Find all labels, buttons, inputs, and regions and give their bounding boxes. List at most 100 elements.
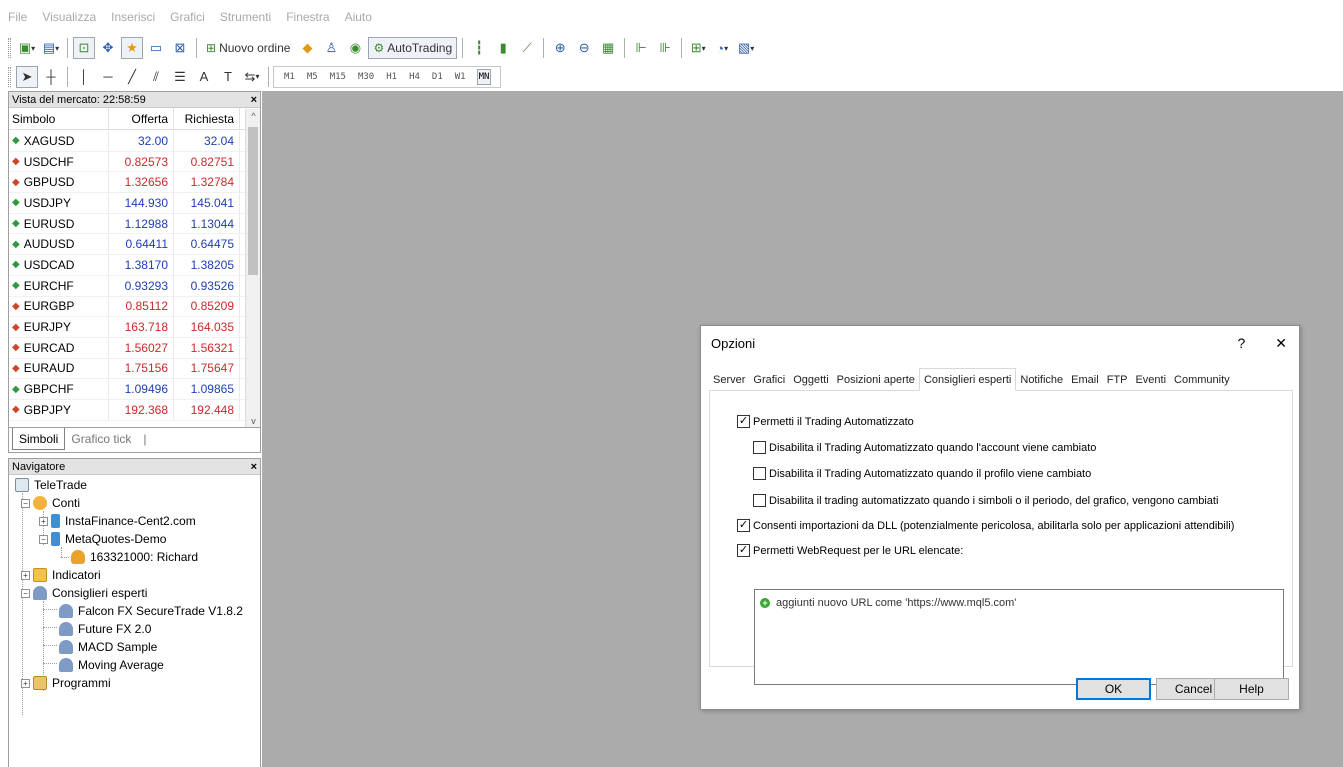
help-button[interactable]: Help — [1214, 678, 1289, 700]
nav-expert-future-fx[interactable]: Future FX 2.0 — [59, 620, 151, 638]
tab-symbols[interactable]: Simboli — [12, 428, 66, 450]
scrollbar-thumb[interactable] — [248, 127, 258, 275]
text-tool-icon[interactable]: A — [193, 66, 215, 88]
market-watch-row[interactable]: ◆ GBPUSD 1.32656 1.32784 — [9, 172, 247, 194]
allow-autotrading-option[interactable]: ✓ Permetti il Trading Automatizzato — [737, 415, 914, 428]
text-label-icon[interactable]: T — [217, 66, 239, 88]
disable-on-account-checkbox[interactable] — [753, 441, 766, 454]
market-watch-row[interactable]: ◆ XAGUSD 32.00 32.04 — [9, 131, 247, 152]
market-watch-scrollbar[interactable]: ^ v — [245, 109, 260, 428]
disable-on-profile-option[interactable]: Disabilita il Trading Automatizzato quan… — [753, 467, 1091, 480]
collapse-icon[interactable]: − — [21, 588, 30, 598]
allow-webrequest-checkbox[interactable]: ✓ — [737, 544, 750, 557]
data-window-icon[interactable]: ✥ — [97, 37, 119, 59]
disable-on-account-option[interactable]: Disabilita il Trading Automatizzato quan… — [753, 441, 1096, 454]
market-watch-row[interactable]: ◆ EURGBP 0.85112 0.85209 — [9, 296, 247, 318]
nav-account-instafinance[interactable]: + InstaFinance-Cent2.com — [39, 512, 196, 530]
templates-icon[interactable]: ▧ ▾ — [735, 37, 757, 59]
arrows-icon[interactable]: ⇆ ▾ — [241, 66, 263, 88]
expand-icon[interactable]: + — [21, 678, 30, 688]
allow-dll-checkbox[interactable]: ✓ — [737, 519, 750, 532]
nav-expert-macd[interactable]: MACD Sample — [59, 638, 157, 656]
new-chart-icon[interactable]: ▣ ▾ — [16, 37, 38, 59]
zoom-out-icon[interactable]: ⊖ — [573, 37, 595, 59]
tab-community[interactable]: Community — [1170, 370, 1234, 390]
market-watch-row[interactable]: ◆ USDCHF 0.82573 0.82751 — [9, 151, 247, 173]
menu-window[interactable]: Finestra — [286, 10, 329, 24]
crosshair-icon[interactable]: ┼ — [40, 66, 62, 88]
ok-button[interactable]: OK — [1076, 678, 1151, 700]
column-ask[interactable]: Richiesta — [174, 107, 240, 130]
cursor-icon[interactable]: ➤ — [16, 65, 38, 88]
webrequest-url-list[interactable]: + aggiunti nuovo URL come 'https://www.m… — [754, 589, 1284, 685]
nav-experts[interactable]: − Consiglieri esperti — [21, 584, 147, 602]
menu-insert[interactable]: Inserisci — [111, 10, 155, 24]
metaeditor-icon[interactable]: ◆ — [296, 37, 318, 59]
new-order-button[interactable]: ⊞ Nuovo ordine — [202, 37, 294, 59]
toolbar-grip[interactable] — [8, 38, 11, 58]
help-icon[interactable]: ? — [1237, 335, 1245, 352]
nav-expert-moving-average[interactable]: Moving Average — [59, 656, 164, 674]
menu-tools[interactable]: Strumenti — [220, 10, 271, 24]
disable-on-symbol-checkbox[interactable] — [753, 494, 766, 507]
tab-email[interactable]: Email — [1067, 370, 1103, 390]
equidistant-channel-icon[interactable]: ⫽ — [145, 66, 167, 88]
tab-charts[interactable]: Grafici — [749, 370, 789, 390]
nav-accounts[interactable]: − Conti — [21, 494, 80, 512]
tab-server[interactable]: Server — [709, 370, 749, 390]
zoom-in-icon[interactable]: ⊕ — [549, 37, 571, 59]
tab-tick-chart[interactable]: Grafico tick — [65, 428, 137, 450]
menu-help[interactable]: Aiuto — [345, 10, 372, 24]
candlestick-icon[interactable]: ▮ — [492, 37, 514, 59]
timeframe-h1[interactable]: H1 — [385, 70, 398, 84]
allow-autotrading-checkbox[interactable]: ✓ — [737, 415, 750, 428]
allow-dll-option[interactable]: ✓ Consenti importazioni da DLL (potenzia… — [737, 519, 1234, 532]
signals-icon[interactable]: ♙ — [320, 37, 342, 59]
timeframe-d1[interactable]: D1 — [431, 70, 444, 84]
horizontal-line-icon[interactable]: ─ — [97, 66, 119, 88]
timeframe-m5[interactable]: M5 — [306, 70, 319, 84]
tab-objects[interactable]: Oggetti — [789, 370, 832, 390]
toolbar-grip[interactable] — [8, 66, 11, 87]
nav-indicators[interactable]: + Indicatori — [21, 566, 101, 584]
terminal-icon[interactable]: ▭ — [145, 37, 167, 59]
nav-account-user[interactable]: 163321000: Richard — [71, 548, 198, 566]
market-watch-row[interactable]: ◆ EURUSD 1.12988 1.13044 — [9, 213, 247, 235]
nav-root-teletrade[interactable]: TeleTrade — [15, 476, 87, 494]
timeframe-m1[interactable]: M1 — [283, 70, 296, 84]
expand-icon[interactable]: + — [39, 516, 48, 526]
nav-expert-falcon[interactable]: Falcon FX SecureTrade V1.8.2 — [59, 602, 243, 620]
allow-webrequest-option[interactable]: ✓ Permetti WebRequest per le URL elencat… — [737, 544, 963, 557]
line-chart-icon[interactable]: ⟋ — [516, 37, 538, 59]
timeframe-m15[interactable]: M15 — [329, 70, 347, 84]
scroll-down-icon[interactable]: v — [246, 416, 261, 426]
timeframe-h4[interactable]: H4 — [408, 70, 421, 84]
market-watch-row[interactable]: ◆ EURAUD 1.75156 1.75647 — [9, 358, 247, 380]
nav-account-metaquotes[interactable]: − MetaQuotes-Demo — [39, 530, 166, 548]
timeframe-m30[interactable]: M30 — [357, 70, 375, 84]
expand-icon[interactable]: + — [21, 570, 30, 580]
menu-charts[interactable]: Grafici — [170, 10, 205, 24]
close-icon[interactable]: × — [251, 94, 257, 106]
tab-trade[interactable]: Posizioni aperte — [833, 370, 919, 390]
add-url-item[interactable]: + aggiunti nuovo URL come 'https://www.m… — [760, 597, 1016, 609]
market-watch-row[interactable]: ◆ AUDUSD 0.64411 0.64475 — [9, 234, 247, 256]
menu-view[interactable]: Visualizza — [42, 10, 96, 24]
chart-shift-icon[interactable]: ⊩ — [630, 37, 652, 59]
periods-icon[interactable]: ◔ ▾ — [711, 37, 733, 59]
autotrading-button[interactable]: ⚙ AutoTrading — [368, 37, 458, 59]
trendline-icon[interactable]: ╱ — [121, 66, 143, 88]
tab-ftp[interactable]: FTP — [1103, 370, 1132, 390]
indicators-icon[interactable]: ⊞ ▾ — [687, 37, 709, 59]
collapse-icon[interactable]: − — [39, 534, 48, 544]
close-icon[interactable]: × — [251, 461, 257, 473]
disable-on-profile-checkbox[interactable] — [753, 467, 766, 480]
vertical-line-icon[interactable]: │ — [73, 66, 95, 88]
market-watch-row[interactable]: ◆ EURCHF 0.93293 0.93526 — [9, 275, 247, 297]
market-watch-row[interactable]: ◆ EURJPY 163.718 164.035 — [9, 317, 247, 338]
market-watch-row[interactable]: ◆ EURCAD 1.56027 1.56321 — [9, 337, 247, 359]
auto-scroll-icon[interactable]: ⊪ — [654, 37, 676, 59]
navigator-icon[interactable]: ★ — [121, 37, 143, 59]
bar-chart-icon[interactable]: ┇ — [468, 37, 490, 59]
close-icon[interactable]: ✕ — [1275, 335, 1287, 352]
